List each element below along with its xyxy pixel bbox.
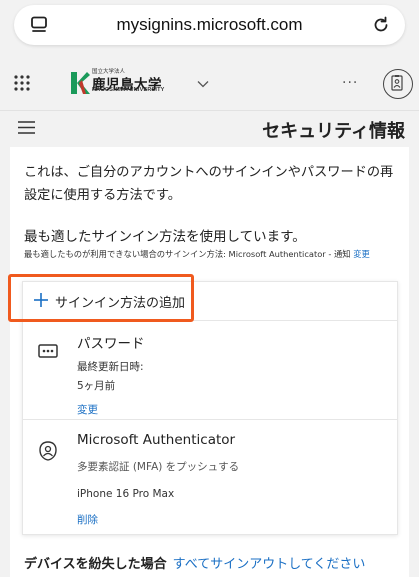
- url-text[interactable]: mysignins.microsoft.com: [14, 15, 405, 35]
- change-default-link[interactable]: 変更: [353, 249, 370, 259]
- fallback-method-line: 最も適したものが利用できない場合のサインイン方法: Microsoft Auth…: [24, 248, 370, 260]
- lost-device-line: デバイスを紛失した場合 すべてサインアウトしてください: [24, 553, 365, 572]
- address-bar[interactable]: mysignins.microsoft.com: [14, 5, 405, 45]
- more-options-icon[interactable]: ···: [342, 75, 358, 91]
- logo-subtitle: KAGOSHIMA UNIVERSITY: [92, 87, 165, 93]
- default-method-text: 最も適したサインイン方法を使用しています。: [24, 229, 306, 245]
- change-password-link[interactable]: 変更: [77, 402, 98, 417]
- university-logo-icon: [71, 72, 90, 94]
- chevron-down-icon[interactable]: [197, 80, 209, 88]
- delete-authenticator-link[interactable]: 削除: [77, 512, 98, 527]
- sign-out-everywhere-link[interactable]: すべてサインアウトしてください: [173, 557, 366, 572]
- app-launcher-icon[interactable]: [14, 75, 30, 91]
- password-dots-icon: [38, 344, 58, 358]
- security-info-panel: これは、ご自分のアカウントへのサインインやパスワードの再設定に使用する方法です。…: [10, 147, 409, 577]
- method-title: パスワード: [77, 336, 145, 352]
- hamburger-menu-icon[interactable]: [18, 121, 35, 134]
- method-detail: iPhone 16 Pro Max: [77, 488, 175, 500]
- app-header: 国立大学法人 鹿児島大学 KAGOSHIMA UNIVERSITY ···: [0, 58, 419, 111]
- lost-device-label: デバイスを紛失した場合: [24, 557, 167, 572]
- intro-text: これは、ご自分のアカウントへのサインインやパスワードの再設定に使用する方法です。: [24, 165, 394, 203]
- page-bar: セキュリティ情報: [0, 111, 419, 147]
- account-avatar[interactable]: [383, 69, 413, 99]
- method-item-password: パスワード 最終更新日時: 5ヶ月前 変更: [23, 320, 397, 420]
- method-detail: 多要素認証 (MFA) をプッシュする: [77, 461, 240, 473]
- method-title: Microsoft Authenticator: [77, 432, 236, 448]
- method-detail: 5ヶ月前: [77, 380, 116, 392]
- browser-bar: mysignins.microsoft.com: [0, 0, 419, 58]
- method-item-authenticator: Microsoft Authenticator 多要素認証 (MFA) をプッシ…: [23, 420, 397, 534]
- organization-logo: 国立大学法人 鹿児島大学 KAGOSHIMA UNIVERSITY: [70, 69, 170, 98]
- fallback-method-text: 最も適したものが利用できない場合のサインイン方法: Microsoft Auth…: [24, 249, 351, 259]
- reload-icon[interactable]: [371, 15, 391, 35]
- method-detail: 最終更新日時:: [77, 361, 144, 373]
- page-title: セキュリティ情報: [262, 121, 405, 142]
- user-badge-icon: [391, 75, 403, 91]
- highlight-annotation: [8, 274, 194, 322]
- authenticator-lock-icon: [39, 441, 57, 461]
